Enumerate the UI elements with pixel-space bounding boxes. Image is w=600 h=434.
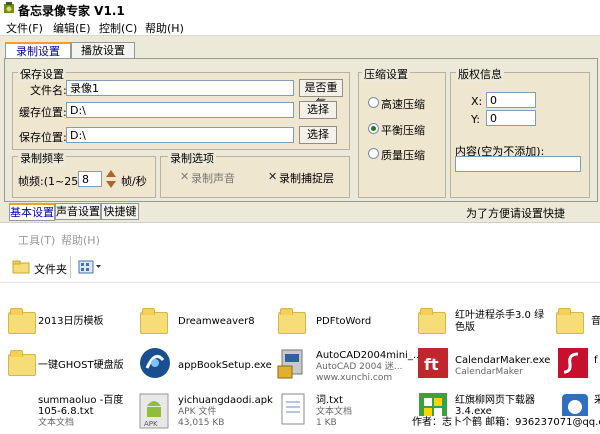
apk-icon[interactable]: APK: [138, 392, 170, 430]
menu-help[interactable]: 帮助(H): [145, 20, 184, 36]
title-bar: 备忘录像专家 V1.1: [0, 0, 600, 18]
calendar-app-icon[interactable]: ft: [416, 346, 450, 380]
folder-icon[interactable]: [140, 308, 168, 334]
record-sound-label[interactable]: 录制声音: [191, 170, 235, 186]
folder-icon[interactable]: [556, 308, 584, 334]
file-name[interactable]: 词.txt: [316, 395, 343, 407]
copyright-content-input[interactable]: [455, 156, 581, 172]
framerate-unit: 帧/秒: [121, 175, 147, 188]
menu-bar: 文件(F) 编辑(E) 控制(C) 帮助(H): [0, 18, 600, 36]
filename-label: 文件名:: [30, 84, 67, 97]
subtab-hotkeys[interactable]: 快捷键: [101, 203, 139, 220]
folder-icon[interactable]: [8, 350, 36, 376]
folder-icon[interactable]: [278, 308, 306, 334]
setup-icon[interactable]: [138, 346, 172, 380]
app-icon: [3, 2, 15, 15]
view-mode-icon[interactable]: [78, 260, 102, 274]
svg-text:APK: APK: [144, 420, 158, 428]
compression-balanced-radio[interactable]: [368, 123, 379, 134]
filename-input[interactable]: 录像1: [66, 80, 294, 96]
save-location-input[interactable]: D:\: [66, 127, 294, 143]
copyright-x-input[interactable]: 0: [486, 92, 536, 108]
explorer-menu-help[interactable]: 帮助(H): [61, 232, 100, 248]
compression-quality-label[interactable]: 质量压缩: [381, 147, 425, 163]
text-file-icon[interactable]: [280, 392, 306, 426]
file-name[interactable]: appBookSetup.exe: [178, 360, 272, 372]
compression-fast-label[interactable]: 高速压缩: [381, 96, 425, 112]
copyright-title: 版权信息: [456, 66, 504, 82]
copyright-x-label: X:: [471, 95, 483, 108]
file-name[interactable]: f: [594, 355, 598, 367]
file-description: CalendarMaker: [455, 367, 523, 377]
file-description: AutoCAD 2004 迷...: [316, 362, 403, 372]
record-sound-checkbox-icon[interactable]: ✕: [180, 170, 189, 183]
cache-location-input[interactable]: D:\: [66, 102, 294, 118]
svg-text:ft: ft: [424, 355, 439, 374]
installer-icon[interactable]: [276, 346, 310, 380]
tab-playback-settings[interactable]: 播放设置: [71, 42, 135, 59]
flash-icon[interactable]: [556, 346, 590, 380]
cache-browse-button[interactable]: 选择: [299, 101, 337, 119]
toolbar-separator: [70, 256, 71, 278]
folder-icon[interactable]: [418, 308, 446, 334]
file-type: 文本文档: [316, 407, 353, 417]
copyright-y-label: Y:: [471, 113, 480, 126]
compression-fast-radio[interactable]: [368, 97, 379, 108]
framerate-input[interactable]: 8: [78, 171, 102, 187]
compression-title: 压缩设置: [362, 66, 410, 82]
record-cursor-checkbox-icon[interactable]: ✕: [268, 170, 277, 183]
author-credit: 作者：志卜个鹤 邮箱：936237071@qq.com: [412, 416, 600, 430]
file-name[interactable]: 音: [591, 316, 600, 328]
framerate-spinner-icon[interactable]: [105, 169, 117, 189]
record-options-title: 录制选项: [168, 150, 216, 166]
file-name[interactable]: CalendarMaker.exe: [455, 355, 550, 367]
window-title: 备忘录像专家 V1.1: [18, 4, 125, 18]
folders-icon[interactable]: [12, 260, 30, 274]
save-settings-title: 保存设置: [18, 66, 66, 82]
framerate-title: 录制频率: [18, 150, 66, 166]
menu-edit[interactable]: 编辑(E): [53, 20, 91, 36]
subtab-basic-settings[interactable]: 基本设置: [9, 203, 55, 221]
menu-control[interactable]: 控制(C): [99, 20, 137, 36]
file-name-2[interactable]: 105-6.8.txt: [38, 406, 94, 418]
rename-button[interactable]: 是否重复: [299, 79, 343, 110]
folder-icon[interactable]: [8, 308, 36, 334]
copyright-y-input[interactable]: 0: [486, 110, 536, 126]
folders-button-label[interactable]: 文件夹: [34, 261, 67, 277]
copyright-group: [450, 72, 590, 198]
framerate-label: 帧频:(1~25): [18, 175, 83, 188]
explorer-toolbar: 文件夹: [0, 252, 600, 283]
file-name[interactable]: 2013日历模板: [38, 316, 103, 328]
file-name[interactable]: PDFtoWord: [316, 316, 371, 328]
menu-file[interactable]: 文件(F): [6, 20, 43, 36]
cache-location-label: 缓存位置:: [19, 106, 67, 119]
save-location-label: 保存位置:: [19, 131, 67, 144]
explorer-menu-tools[interactable]: 工具(T): [18, 232, 55, 248]
compression-balanced-label[interactable]: 平衡压缩: [381, 122, 425, 138]
explorer-menu-bar: 工具(T) 帮助(H): [0, 228, 600, 248]
file-size: 43,015 KB: [178, 418, 225, 428]
file-name[interactable]: AutoCAD2004mini_...: [316, 350, 422, 362]
save-browse-button[interactable]: 选择: [299, 126, 337, 144]
file-name[interactable]: Dreamweaver8: [178, 316, 255, 328]
file-size: 1 KB: [316, 418, 337, 428]
record-cursor-label[interactable]: 录制捕捉层: [279, 170, 334, 186]
file-publisher: www.xunchi.com: [316, 373, 393, 383]
file-name[interactable]: yichuangdaodi.apk: [178, 395, 273, 407]
file-name[interactable]: 红叶进程杀手3.0 绿色版: [455, 310, 549, 334]
file-name[interactable]: 采: [594, 395, 600, 407]
file-name[interactable]: 一键GHOST硬盘版: [38, 360, 124, 372]
compression-quality-radio[interactable]: [368, 148, 379, 159]
subtab-sound-settings[interactable]: 声音设置: [55, 203, 101, 220]
file-type: 文本文档: [38, 418, 75, 428]
file-type: APK 文件: [178, 407, 217, 417]
